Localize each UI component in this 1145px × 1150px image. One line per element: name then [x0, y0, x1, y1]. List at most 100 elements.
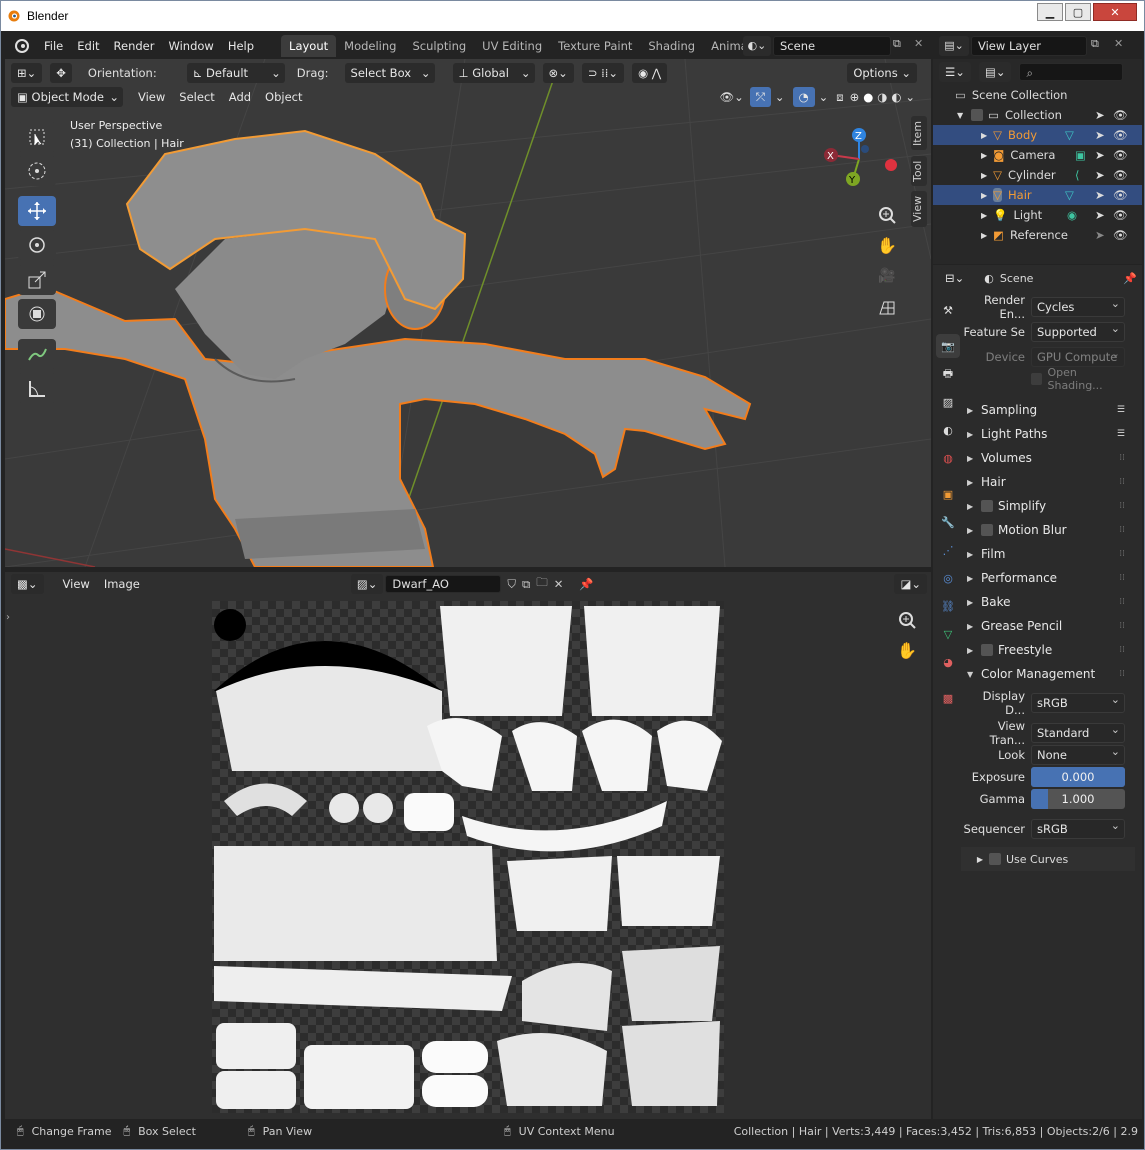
viewport-menu-add[interactable]: Add — [222, 90, 258, 104]
presets-list-icon[interactable]: ☰ — [1117, 405, 1125, 415]
expand-arrow-icon[interactable]: ▶ — [967, 574, 981, 583]
expand-arrow-icon[interactable]: ▶ — [967, 454, 981, 463]
presets-list-icon[interactable]: ☰ — [1117, 429, 1125, 439]
select-arrow-icon[interactable]: ➤ — [1095, 208, 1105, 222]
rotate-tool[interactable] — [18, 230, 56, 260]
expand-arrow-icon[interactable]: ▶ — [967, 406, 981, 415]
outliner-scene-collection[interactable]: ▭ Scene Collection — [933, 85, 1142, 105]
panel-hair[interactable]: ▶ Hair ⁞⁞ — [963, 471, 1135, 493]
use-curves-row[interactable]: ▶ Use Curves — [963, 849, 1135, 869]
tab-tool[interactable]: Tool — [911, 156, 927, 186]
new-scene-icon[interactable]: ⧉ — [893, 37, 909, 55]
cursor-tool[interactable] — [18, 156, 56, 186]
drag-handle-icon[interactable]: ⁞⁞ — [1119, 477, 1125, 487]
viewport-menu-select[interactable]: Select — [172, 90, 221, 104]
annotate-tool[interactable] — [18, 339, 56, 369]
look-select[interactable]: None — [1031, 743, 1125, 765]
drag-handle-icon[interactable]: ⁞⁞ — [1119, 573, 1125, 583]
panel-checkbox[interactable] — [981, 524, 993, 536]
object-properties-icon[interactable]: ▣ — [936, 482, 960, 506]
expand-arrow-icon[interactable]: ▶ — [967, 646, 981, 655]
outliner-filter-icon[interactable]: ▤⌄ — [978, 62, 1012, 82]
panel-color-management[interactable]: ▼ Color Management ⁞⁞ — [963, 663, 1135, 685]
fake-user-shield-icon[interactable]: ⛉ — [507, 577, 516, 592]
expand-arrow-icon[interactable]: ▶ — [967, 478, 981, 487]
drag-handle-icon[interactable]: ⁞⁞ — [1119, 453, 1125, 463]
gamma-slider[interactable]: 1.000 — [1031, 789, 1125, 809]
scene-field[interactable]: Scene — [773, 36, 891, 56]
pin-icon[interactable]: 📌 — [579, 577, 593, 591]
eye-icon[interactable]: 👁 — [1113, 168, 1128, 182]
image-name-field[interactable]: Dwarf_AO — [385, 575, 502, 593]
outliner-search-input[interactable]: ⌕ — [1019, 63, 1124, 81]
scene-selector-icon[interactable]: ◐⌄ — [743, 36, 771, 56]
tab-layout[interactable]: Layout — [281, 35, 337, 57]
outliner-item-hair[interactable]: ▶ ▽ Hair ▽ ➤ 👁 — [933, 185, 1142, 205]
panel-sampling[interactable]: ▶ Sampling ☰ — [963, 399, 1135, 421]
snap-icon[interactable]: ⊃ ⁞⁞⌄ — [581, 63, 625, 83]
select-arrow-icon[interactable]: ➤ — [1095, 108, 1105, 122]
minimize-button[interactable]: ▁ — [1037, 3, 1063, 21]
pan-hand-icon[interactable]: ✋ — [873, 231, 901, 259]
use-curves-checkbox[interactable] — [989, 853, 1001, 865]
world-properties-icon[interactable]: ◍ — [936, 446, 960, 470]
measure-tool[interactable] — [18, 373, 56, 403]
view-transform-select[interactable]: Standard — [1031, 721, 1125, 743]
mode-select[interactable]: ▣ Object Mode ⌄ — [11, 87, 123, 107]
outliner-item-cylinder[interactable]: ▶ ▽ Cylinder ⟨ ➤ 👁 — [933, 165, 1142, 185]
particle-properties-icon[interactable]: ⋰ — [936, 538, 960, 562]
select-arrow-icon[interactable]: ➤ — [1095, 148, 1105, 162]
move-tool[interactable] — [18, 196, 56, 226]
remove-scene-icon[interactable]: ✕ — [914, 37, 928, 55]
drag-handle-icon[interactable]: ⁞⁞ — [1119, 501, 1125, 511]
panel-freestyle[interactable]: ▶ Freestyle ⁞⁞ — [963, 639, 1135, 661]
solid-shading-icon[interactable]: ● — [863, 90, 873, 104]
physics-properties-icon[interactable]: ◎ — [936, 566, 960, 590]
panel-simplify[interactable]: ▶ Simplify ⁞⁞ — [963, 495, 1135, 517]
panel-volumes[interactable]: ▶ Volumes ⁞⁞ — [963, 447, 1135, 469]
drag-select[interactable]: Select Box ⌄ — [344, 63, 435, 83]
maximize-button[interactable]: ▢ — [1065, 3, 1091, 21]
scale-tool[interactable] — [18, 265, 56, 295]
outliner-item-light[interactable]: ▶ 💡 Light ◉ ➤ 👁 — [933, 205, 1142, 225]
tab-texture-paint[interactable]: Texture Paint — [550, 35, 640, 57]
expand-arrow-icon[interactable]: ▶ — [963, 855, 983, 864]
properties-editor-type-icon[interactable]: ⊟⌄ — [939, 268, 971, 288]
remove-view-layer-icon[interactable]: ✕ — [1114, 37, 1128, 55]
move-mode-icon[interactable]: ✥ — [50, 63, 72, 83]
drag-handle-icon[interactable]: ⁞⁞ — [1119, 645, 1125, 655]
unlink-image-icon[interactable]: ✕ — [554, 577, 564, 591]
eye-icon[interactable]: 👁 — [1113, 128, 1128, 142]
tab-uv-editing[interactable]: UV Editing — [474, 35, 550, 57]
orientation-select[interactable]: ⊾ Default ⌄ — [186, 63, 285, 83]
gizmo-toggle-icon[interactable]: ⤱ — [749, 87, 771, 107]
drag-handle-icon[interactable]: ⁞⁞ — [1119, 525, 1125, 535]
viewport-menu-view[interactable]: View — [131, 90, 172, 104]
camera-view-icon[interactable]: 🎥 — [873, 262, 901, 290]
render-properties-icon[interactable]: 📷 — [936, 334, 960, 358]
viewport-menu-object[interactable]: Object — [258, 90, 309, 104]
open-shading-checkbox[interactable] — [1030, 373, 1043, 385]
outliner-collection[interactable]: ▼ ▭ Collection ➤ 👁 — [933, 105, 1142, 125]
scene-properties-icon[interactable]: ◐ — [936, 418, 960, 442]
eye-icon[interactable]: 👁 — [1113, 228, 1128, 242]
outliner-item-camera[interactable]: ▶ ◙ Camera ▣ ➤ 👁 — [933, 145, 1142, 165]
visibility-icon[interactable]: 👁⌄ — [719, 90, 743, 104]
tool-properties-icon[interactable]: ⚒ — [936, 298, 960, 322]
proportional-edit-icon[interactable]: ◉ ⋀ — [632, 63, 668, 83]
panel-film[interactable]: ▶ Film ⁞⁞ — [963, 543, 1135, 565]
eye-icon[interactable]: 👁 — [1113, 108, 1128, 122]
ortho-grid-icon[interactable] — [873, 293, 901, 321]
options-button[interactable]: Options ⌄ — [847, 63, 917, 83]
view-layer-properties-icon[interactable]: ▨ — [936, 390, 960, 414]
menu-file[interactable]: File — [37, 39, 70, 53]
open-image-folder-icon[interactable]: 🗀 — [536, 575, 548, 594]
image-browse-icon[interactable]: ▨⌄ — [350, 574, 384, 594]
view-layer-field[interactable]: View Layer — [971, 36, 1087, 56]
drag-handle-icon[interactable]: ⁞⁞ — [1119, 621, 1125, 631]
expand-toolbar-icon[interactable]: › — [6, 612, 10, 623]
outliner[interactable]: ☰⌄ ▤⌄ ⌕ ▭ Scene Collection ▼ ▭ Collectio… — [933, 59, 1142, 264]
image-editor[interactable]: ✋ › — [5, 572, 931, 1119]
panel-light-paths[interactable]: ▶ Light Paths ☰ — [963, 423, 1135, 445]
image-menu-image[interactable]: Image — [97, 577, 147, 591]
